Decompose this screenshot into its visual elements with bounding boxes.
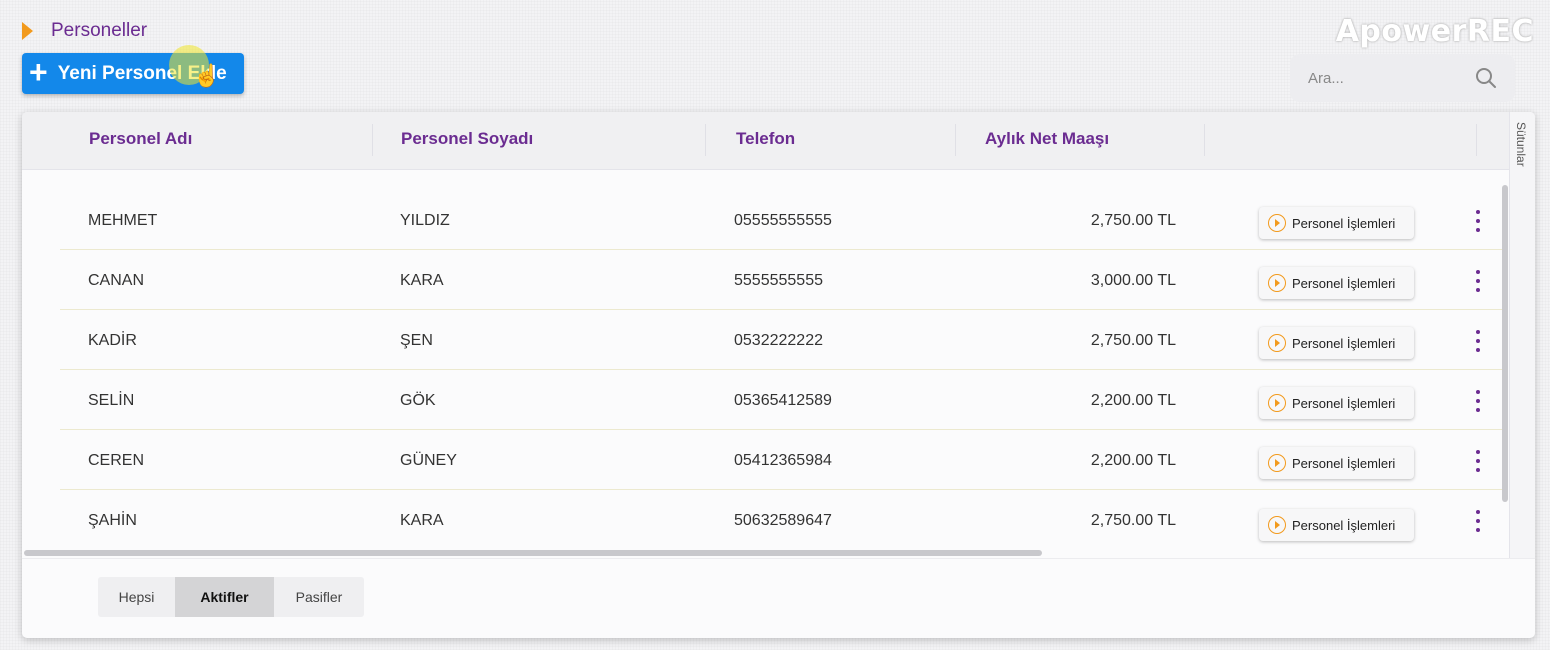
row-menu-icon[interactable] [1470,210,1486,232]
cell-first-name: MEHMET [88,212,158,229]
cell-phone: 50632589647 [734,512,832,529]
column-separator[interactable] [1476,124,1477,156]
cell-first-name: CEREN [88,452,145,469]
play-circle-icon [1268,454,1286,472]
personnel-actions-button[interactable]: Personel İşlemleri [1259,327,1414,359]
cell-first-name: ŞAHİN [88,512,137,529]
search-icon[interactable] [1475,67,1497,94]
filter-active-button[interactable]: Aktifler [175,577,274,617]
row-menu-icon[interactable] [1470,510,1486,532]
cell-first-name: KADİR [88,332,137,349]
cell-first-name: CANAN [88,272,145,289]
personnel-actions-label: Personel İşlemleri [1292,455,1396,471]
page-title[interactable]: Personeller [51,20,147,42]
footer-divider [22,558,1535,559]
cell-last-name: ŞEN [400,332,433,349]
cell-phone: 05555555555 [734,212,832,229]
add-personnel-button[interactable]: + Yeni Personel Ekle [22,53,244,94]
column-separator[interactable] [955,124,956,156]
play-circle-icon [1268,394,1286,412]
columns-panel-label[interactable]: Sütunlar [1514,122,1528,167]
personnel-actions-label: Personel İşlemleri [1292,517,1396,533]
breadcrumb-arrow-icon [22,22,33,40]
vertical-scrollbar[interactable] [1502,185,1508,502]
search-input[interactable] [1308,69,1468,87]
column-separator[interactable] [1204,124,1205,156]
cell-phone: 05365412589 [734,392,832,409]
personnel-actions-button[interactable]: Personel İşlemleri [1259,447,1414,479]
personnel-grid: Personel Adı Personel Soyadı Telefon Ayl… [22,112,1535,638]
cell-salary: 2,200.00 TL [1090,392,1176,409]
cell-salary: 2,200.00 TL [1090,452,1176,469]
cell-last-name: GÖK [400,392,436,409]
cell-phone: 05412365984 [734,452,832,469]
plus-icon: + [29,54,48,90]
personnel-actions-button[interactable]: Personel İşlemleri [1259,387,1414,419]
column-header-phone[interactable]: Telefon [736,129,795,149]
filter-all-button[interactable]: Hepsi [98,577,175,617]
columns-side-panel[interactable]: Sütunlar [1509,112,1535,558]
column-separator[interactable] [705,124,706,156]
personnel-actions-button[interactable]: Personel İşlemleri [1259,207,1414,239]
cell-first-name: SELİN [88,392,135,409]
table-row[interactable]: KADİR ŞEN 0532222222 2,750.00 TL Persone… [60,310,1502,370]
cell-phone: 5555555555 [734,272,823,289]
personnel-actions-button[interactable]: Personel İşlemleri [1259,267,1414,299]
breadcrumb: Personeller [22,20,147,42]
play-circle-icon [1268,334,1286,352]
cell-phone: 0532222222 [734,332,823,349]
cell-last-name: KARA [400,512,444,529]
personnel-actions-label: Personel İşlemleri [1292,275,1396,291]
personnel-actions-label: Personel İşlemleri [1292,335,1396,351]
recorder-watermark: ApowerREC [1335,14,1534,49]
column-header-first-name[interactable]: Personel Adı [89,129,192,149]
row-menu-icon[interactable] [1470,390,1486,412]
cell-salary: 2,750.00 TL [1090,332,1176,349]
personnel-actions-label: Personel İşlemleri [1292,395,1396,411]
cell-last-name: GÜNEY [400,452,457,469]
table-header: Personel Adı Personel Soyadı Telefon Ayl… [22,112,1512,170]
column-header-last-name[interactable]: Personel Soyadı [401,129,533,149]
column-header-salary[interactable]: Aylık Net Maaşı [985,129,1109,149]
table-row[interactable]: ŞAHİN KARA 50632589647 2,750.00 TL Perso… [60,490,1502,550]
table-row[interactable]: SELİN GÖK 05365412589 2,200.00 TL Person… [60,370,1502,430]
horizontal-scrollbar[interactable] [24,550,1042,556]
table-row[interactable]: MEHMET YILDIZ 05555555555 2,750.00 TL Pe… [60,190,1502,250]
table-row[interactable]: CEREN GÜNEY 05412365984 2,200.00 TL Pers… [60,430,1502,490]
personnel-actions-button[interactable]: Personel İşlemleri [1259,509,1414,541]
search-box[interactable] [1290,54,1515,102]
row-menu-icon[interactable] [1470,450,1486,472]
status-filter-group: Hepsi Aktifler Pasifler [98,577,364,617]
table-row[interactable]: CANAN KARA 5555555555 3,000.00 TL Person… [60,250,1502,310]
add-personnel-label: Yeni Personel Ekle [57,62,227,84]
play-circle-icon [1268,214,1286,232]
row-menu-icon[interactable] [1470,330,1486,352]
play-circle-icon [1268,516,1286,534]
row-menu-icon[interactable] [1470,270,1486,292]
cell-last-name: YILDIZ [400,212,450,229]
filter-passive-button[interactable]: Pasifler [274,577,364,617]
play-circle-icon [1268,274,1286,292]
column-separator[interactable] [372,124,373,156]
cell-salary: 3,000.00 TL [1090,272,1176,289]
cell-salary: 2,750.00 TL [1090,512,1176,529]
cell-salary: 2,750.00 TL [1090,212,1176,229]
personnel-actions-label: Personel İşlemleri [1292,215,1396,231]
cell-last-name: KARA [400,272,444,289]
